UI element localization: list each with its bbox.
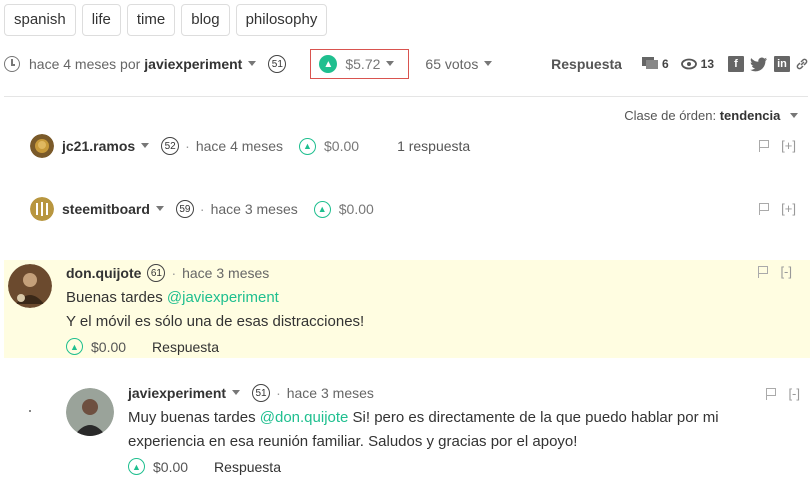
author-dropdown-icon[interactable] (248, 60, 257, 66)
sort-value[interactable]: tendencia (720, 108, 781, 123)
author-dropdown-icon[interactable] (155, 205, 164, 211)
clock-icon (4, 56, 20, 72)
collapse-toggle[interactable]: [-] (788, 386, 800, 401)
expand-toggle[interactable]: [+] (781, 201, 796, 216)
comments-icon (641, 57, 658, 69)
mention-link[interactable]: @javiexperiment (167, 289, 279, 306)
comment-time[interactable]: hace 3 meses (211, 201, 298, 217)
views-count: 13 (700, 57, 714, 71)
comment-author[interactable]: javiexperiment (128, 385, 226, 401)
comment-steemitboard: steemitboard 59 · hace 3 meses ▲ $0.00 [… (30, 197, 810, 221)
tag-time[interactable]: time (126, 4, 176, 36)
votes-dropdown-icon[interactable] (484, 60, 493, 66)
comment-payout[interactable]: $0.00 (339, 201, 374, 217)
tag-list: spanish life time blog philosophy (4, 4, 328, 36)
comment-author[interactable]: don.quijote (66, 265, 141, 281)
tag-spanish[interactable]: spanish (4, 4, 76, 36)
post-vote: ▲ $5.72 (310, 49, 410, 79)
reply-button[interactable]: Respuesta (214, 459, 281, 475)
twitter-icon[interactable] (750, 57, 768, 72)
flag-icon[interactable] (766, 387, 777, 400)
comment-body: Muy buenas tardes @don.quijote Si! pero … (128, 406, 788, 454)
comment-payout[interactable]: $0.00 (91, 339, 126, 355)
post-time: hace 4 meses por (29, 56, 141, 72)
comment-replies[interactable]: 1 respuesta (397, 138, 470, 154)
comment-author[interactable]: steemitboard (62, 201, 150, 217)
author-reputation: 61 (147, 264, 166, 282)
collapse-toggle[interactable]: [-] (780, 264, 792, 279)
post-author[interactable]: javiexperiment (144, 56, 242, 72)
avatar[interactable] (30, 134, 54, 158)
upvote-icon[interactable]: ▲ (319, 55, 338, 73)
author-reputation: 59 (175, 200, 194, 218)
upvote-icon[interactable]: ▲ (299, 137, 317, 155)
sort-control[interactable]: Clase de órden: tendencia (624, 108, 804, 123)
upvote-icon[interactable]: ▲ (66, 338, 83, 355)
tag-philosophy[interactable]: philosophy (235, 4, 328, 36)
post-reply-button[interactable]: Respuesta (551, 56, 622, 72)
post-votes[interactable]: 65 votos (425, 56, 478, 72)
body-text: Buenas tardes (66, 289, 167, 306)
author-dropdown-icon[interactable] (141, 142, 150, 148)
comment-payout[interactable]: $0.00 (324, 138, 359, 154)
section-divider (4, 96, 808, 97)
author-reputation: 51 (252, 384, 271, 402)
comment-body: Buenas tardes @javiexperiment Y el móvil… (66, 286, 796, 334)
post-meta: hace 4 meses por javiexperiment 51 ▲ $5.… (4, 49, 808, 79)
comment-time[interactable]: hace 4 meses (196, 138, 283, 154)
tag-life[interactable]: life (81, 4, 121, 36)
expand-toggle[interactable]: [+] (781, 138, 796, 153)
author-dropdown-icon[interactable] (232, 389, 241, 395)
comment-time[interactable]: hace 3 meses (182, 265, 269, 281)
comment-payout[interactable]: $0.00 (153, 459, 188, 475)
link-icon[interactable] (796, 57, 808, 71)
tag-blog[interactable]: blog (181, 4, 230, 36)
comments-count: 6 (661, 57, 669, 71)
reply-button[interactable]: Respuesta (152, 339, 219, 355)
sort-dropdown-icon[interactable] (790, 113, 798, 119)
body-text: Y el móvil es sólo una de esas distracci… (66, 313, 365, 330)
comment-author[interactable]: jc21.ramos (62, 138, 135, 154)
flag-icon[interactable] (758, 265, 769, 278)
avatar[interactable] (66, 388, 114, 436)
body-text: Muy buenas tardes (128, 409, 260, 426)
comment-time[interactable]: hace 3 meses (287, 385, 374, 401)
linkedin-icon[interactable]: in (774, 56, 790, 72)
avatar[interactable] (30, 197, 54, 221)
body-text: Si! pero es directamente de la que puedo… (348, 409, 719, 426)
flag-icon[interactable] (759, 139, 770, 152)
body-text: experiencia en esa reunión familiar. Sal… (128, 433, 578, 450)
payout-dropdown-icon[interactable] (386, 60, 395, 66)
author-reputation: 52 (161, 137, 180, 155)
comment-jc21-ramos: jc21.ramos 52 · hace 4 meses ▲ $0.00 1 r… (30, 134, 810, 158)
thread-dot (29, 410, 31, 412)
facebook-icon[interactable]: f (728, 56, 744, 72)
share-links: f in (728, 56, 808, 72)
post-stats: 6 13 (641, 57, 714, 71)
views-icon (680, 58, 697, 70)
upvote-icon[interactable]: ▲ (128, 458, 145, 475)
avatar[interactable] (8, 264, 52, 308)
mention-link[interactable]: @don.quijote (260, 409, 349, 426)
author-reputation: 51 (268, 55, 287, 73)
upvote-icon[interactable]: ▲ (313, 200, 331, 218)
post-payout[interactable]: $5.72 (345, 56, 380, 72)
sort-label: Clase de órden: (624, 108, 717, 123)
flag-icon[interactable] (759, 202, 770, 215)
